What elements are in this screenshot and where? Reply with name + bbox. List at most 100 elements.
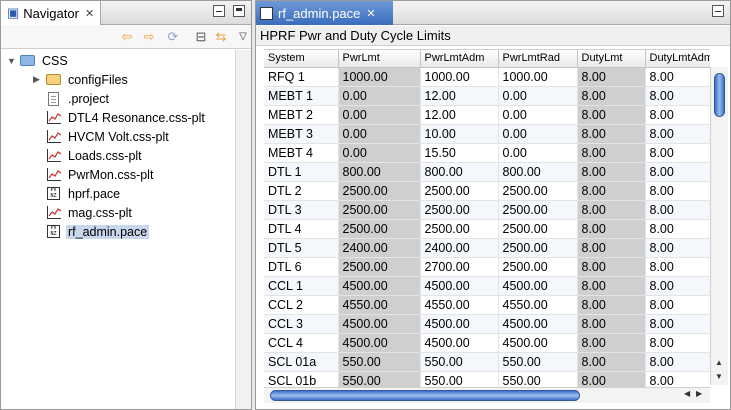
table-row[interactable]: SCL 01b 550.00 550.00 550.00 8.00 8.00 <box>264 371 710 387</box>
value-cell[interactable]: 8.00 <box>577 124 646 144</box>
value-cell[interactable]: 8.00 <box>645 295 710 315</box>
value-cell[interactable]: 550.00 <box>338 371 421 387</box>
column-header[interactable]: PwrLmtRad <box>498 50 578 68</box>
table-row[interactable]: DTL 3 2500.00 2500.00 2500.00 8.00 8.00 <box>264 200 710 220</box>
value-cell[interactable]: 2500.00 <box>498 257 578 277</box>
table-row[interactable]: CCL 1 4500.00 4500.00 4500.00 8.00 8.00 <box>264 276 710 296</box>
value-cell[interactable]: 8.00 <box>645 181 710 201</box>
column-header[interactable]: DutyLmtAdm <box>645 50 710 68</box>
value-cell[interactable]: 8.00 <box>577 67 646 87</box>
table-row[interactable]: CCL 2 4550.00 4550.00 4550.00 8.00 8.00 <box>264 295 710 315</box>
value-cell[interactable]: 8.00 <box>645 143 710 163</box>
value-cell[interactable]: 8.00 <box>645 86 710 106</box>
value-cell[interactable]: 8.00 <box>577 352 646 372</box>
value-cell[interactable]: 8.00 <box>577 200 646 220</box>
value-cell[interactable]: 8.00 <box>645 371 710 387</box>
value-cell[interactable]: 0.00 <box>498 143 578 163</box>
tree-item-hprf-pace[interactable]: PV NZ hprf.pace <box>46 184 122 203</box>
table-row[interactable]: DTL 5 2400.00 2400.00 2500.00 8.00 8.00 <box>264 238 710 258</box>
value-cell[interactable]: 8.00 <box>645 257 710 277</box>
value-cell[interactable]: 1000.00 <box>498 67 578 87</box>
horizontal-scroll-thumb[interactable] <box>270 390 580 401</box>
tree-item-hvcm-volt[interactable]: HVCM Volt.css-plt <box>46 127 171 146</box>
value-cell[interactable]: 550.00 <box>420 352 499 372</box>
value-cell[interactable]: 4500.00 <box>420 276 499 296</box>
value-cell[interactable]: 15.50 <box>420 143 499 163</box>
value-cell[interactable]: 8.00 <box>577 143 646 163</box>
maximize-button[interactable] <box>233 5 245 17</box>
value-cell[interactable]: 2500.00 <box>498 200 578 220</box>
scroll-right-arrow-icon[interactable]: ▶ <box>696 389 702 398</box>
value-cell[interactable]: 8.00 <box>577 162 646 182</box>
value-cell[interactable]: 4500.00 <box>420 314 499 334</box>
value-cell[interactable]: 0.00 <box>498 105 578 125</box>
table-row[interactable]: RFQ 1 1000.00 1000.00 1000.00 8.00 8.00 <box>264 67 710 87</box>
value-cell[interactable]: 2500.00 <box>338 200 421 220</box>
tree-item-loads[interactable]: Loads.css-plt <box>46 146 144 165</box>
horizontal-scrollbar[interactable]: ◀ ▶ <box>264 387 710 403</box>
forward-arrow-icon[interactable]: ⇨ <box>141 29 157 45</box>
value-cell[interactable]: 4500.00 <box>338 333 421 353</box>
value-cell[interactable]: 550.00 <box>420 371 499 387</box>
tree-item-mag[interactable]: mag.css-plt <box>46 203 134 222</box>
value-cell[interactable]: 0.00 <box>338 86 421 106</box>
value-cell[interactable]: 2500.00 <box>420 219 499 239</box>
value-cell[interactable]: 4550.00 <box>420 295 499 315</box>
link-with-editor-icon[interactable]: ⇆ <box>213 29 229 45</box>
value-cell[interactable]: 0.00 <box>338 124 421 144</box>
table-row[interactable]: DTL 2 2500.00 2500.00 2500.00 8.00 8.00 <box>264 181 710 201</box>
column-header[interactable]: PwrLmtAdm <box>420 50 499 68</box>
table-row[interactable]: DTL 4 2500.00 2500.00 2500.00 8.00 8.00 <box>264 219 710 239</box>
value-cell[interactable]: 8.00 <box>645 200 710 220</box>
up-folder-icon[interactable]: ⟳ <box>165 29 181 45</box>
close-icon[interactable]: ✕ <box>366 7 375 20</box>
value-cell[interactable]: 4500.00 <box>498 276 578 296</box>
value-cell[interactable]: 2500.00 <box>338 219 421 239</box>
table-row[interactable]: MEBT 4 0.00 15.50 0.00 8.00 8.00 <box>264 143 710 163</box>
table-row[interactable]: CCL 3 4500.00 4500.00 4500.00 8.00 8.00 <box>264 314 710 334</box>
tree-item-dtl4-resonance[interactable]: DTL4 Resonance.css-plt <box>46 108 207 127</box>
value-cell[interactable]: 2500.00 <box>338 257 421 277</box>
value-cell[interactable]: 2500.00 <box>498 219 578 239</box>
value-cell[interactable]: 8.00 <box>577 314 646 334</box>
value-cell[interactable]: 8.00 <box>645 124 710 144</box>
value-cell[interactable]: 550.00 <box>498 371 578 387</box>
scroll-down-arrow-icon[interactable]: ▼ <box>715 372 723 381</box>
value-cell[interactable]: 0.00 <box>498 86 578 106</box>
value-cell[interactable]: 2400.00 <box>338 238 421 258</box>
navigator-scrollbar[interactable] <box>235 50 251 409</box>
tree-item-rf-admin-pace[interactable]: PV NZ rf_admin.pace <box>46 222 150 241</box>
value-cell[interactable]: 8.00 <box>577 295 646 315</box>
tree-item-configfiles[interactable]: ▶ configFiles <box>33 70 130 89</box>
value-cell[interactable]: 10.00 <box>420 124 499 144</box>
value-cell[interactable]: 8.00 <box>577 238 646 258</box>
column-header[interactable]: PwrLmt <box>338 50 421 68</box>
table-row[interactable]: CCL 4 4500.00 4500.00 4500.00 8.00 8.00 <box>264 333 710 353</box>
value-cell[interactable]: 8.00 <box>577 181 646 201</box>
value-cell[interactable]: 4550.00 <box>338 295 421 315</box>
collapsed-triangle-icon[interactable]: ▶ <box>33 74 43 85</box>
value-cell[interactable]: 4500.00 <box>338 276 421 296</box>
value-cell[interactable]: 8.00 <box>577 219 646 239</box>
vertical-scroll-thumb[interactable] <box>714 73 725 117</box>
value-cell[interactable]: 4500.00 <box>498 333 578 353</box>
minimize-button[interactable] <box>213 5 225 17</box>
value-cell[interactable]: 2500.00 <box>420 181 499 201</box>
value-cell[interactable]: 8.00 <box>577 86 646 106</box>
tree-item-css[interactable]: ▼ CSS <box>7 51 70 70</box>
value-cell[interactable]: 4500.00 <box>498 314 578 334</box>
value-cell[interactable]: 8.00 <box>645 105 710 125</box>
minimize-button[interactable] <box>712 5 724 17</box>
table-row[interactable]: SCL 01a 550.00 550.00 550.00 8.00 8.00 <box>264 352 710 372</box>
scroll-up-arrow-icon[interactable]: ▲ <box>715 358 723 367</box>
column-header[interactable]: DutyLmt <box>577 50 646 68</box>
value-cell[interactable]: 8.00 <box>577 276 646 296</box>
value-cell[interactable]: 550.00 <box>498 352 578 372</box>
value-cell[interactable]: 8.00 <box>577 333 646 353</box>
value-cell[interactable]: 8.00 <box>645 238 710 258</box>
tree-item-project[interactable]: .project <box>46 89 111 108</box>
table-row[interactable]: MEBT 1 0.00 12.00 0.00 8.00 8.00 <box>264 86 710 106</box>
value-cell[interactable]: 1000.00 <box>338 67 421 87</box>
value-cell[interactable]: 12.00 <box>420 86 499 106</box>
table-row[interactable]: MEBT 2 0.00 12.00 0.00 8.00 8.00 <box>264 105 710 125</box>
